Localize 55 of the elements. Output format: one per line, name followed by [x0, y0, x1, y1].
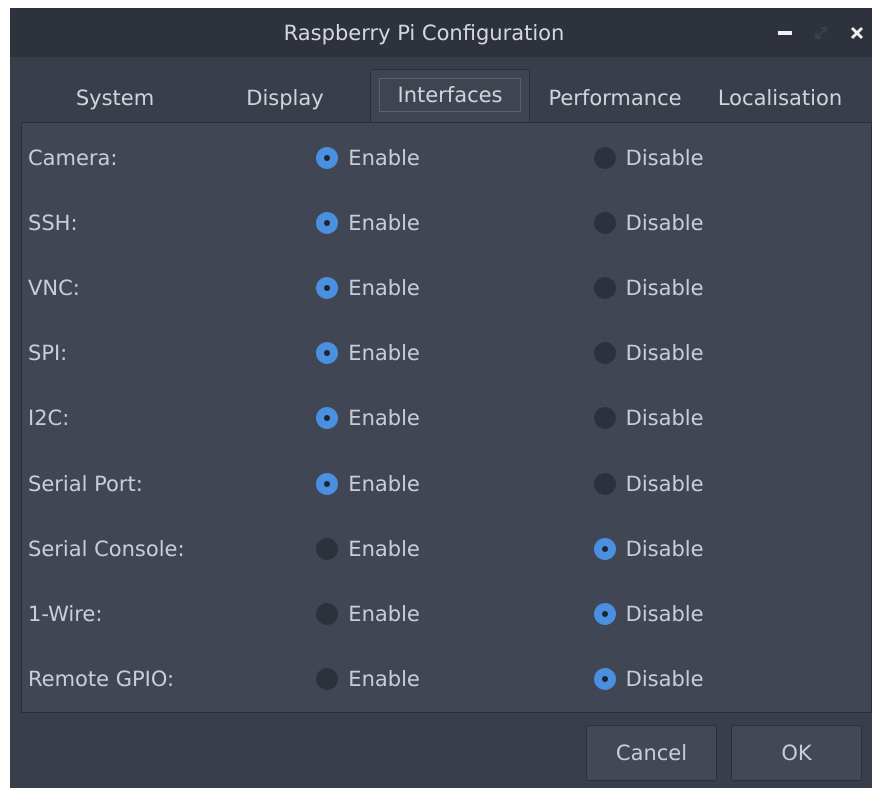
ok-button[interactable]: OK — [731, 725, 862, 781]
tab[interactable]: Interfaces — [370, 69, 530, 123]
radio-button[interactable] — [594, 146, 616, 169]
radio-button[interactable] — [316, 146, 338, 169]
option-label[interactable]: Enable — [348, 341, 420, 366]
setting-label: Camera: — [27, 146, 118, 170]
radio-button[interactable] — [594, 212, 616, 234]
option-label[interactable]: Disable — [626, 472, 704, 496]
setting-label: Remote GPIO: — [27, 667, 176, 692]
tab[interactable]: Display — [200, 74, 370, 122]
radio-button[interactable] — [316, 603, 338, 626]
tab[interactable]: System — [30, 74, 200, 122]
window-title: Raspberry Pi Configuration — [282, 20, 566, 44]
setting-label: I2C: — [27, 406, 70, 430]
radio-button[interactable] — [316, 668, 338, 690]
radio-button[interactable] — [316, 407, 338, 430]
setting-label: SPI: — [27, 341, 68, 366]
cancel-button[interactable]: Cancel — [586, 725, 717, 781]
setting-label: Serial Console: — [27, 536, 186, 561]
option-label[interactable]: Enable — [348, 536, 420, 561]
option-label[interactable]: Disable — [626, 341, 704, 366]
minimize-icon[interactable] — [778, 30, 792, 34]
option-label[interactable]: Enable — [348, 276, 420, 300]
option-label[interactable]: Disable — [626, 276, 704, 300]
radio-button[interactable] — [594, 407, 616, 430]
tab[interactable]: Performance — [530, 74, 700, 122]
tab[interactable]: Localisation — [700, 74, 860, 122]
radio-button[interactable] — [316, 472, 338, 495]
option-label[interactable]: Enable — [348, 146, 420, 170]
radio-button[interactable] — [594, 668, 616, 690]
radio-button[interactable] — [594, 603, 616, 626]
setting-label: SSH: — [27, 210, 79, 235]
radio-button[interactable] — [316, 277, 338, 300]
radio-button[interactable] — [594, 472, 616, 495]
option-label[interactable]: Disable — [626, 146, 704, 170]
radio-button[interactable] — [316, 212, 338, 234]
option-label[interactable]: Enable — [348, 210, 420, 235]
option-label[interactable]: Disable — [626, 210, 704, 235]
setting-label: 1-Wire: — [27, 602, 104, 626]
option-label[interactable]: Disable — [626, 602, 704, 626]
setting-label: Serial Port: — [27, 472, 144, 496]
radio-button[interactable] — [316, 538, 338, 560]
radio-button[interactable] — [316, 342, 338, 364]
radio-button[interactable] — [594, 538, 616, 560]
option-label[interactable]: Disable — [626, 406, 704, 430]
option-label[interactable]: Disable — [626, 536, 704, 561]
option-label[interactable]: Enable — [348, 602, 420, 626]
close-icon[interactable] — [850, 26, 864, 40]
option-label[interactable]: Enable — [348, 406, 420, 430]
option-label[interactable]: Disable — [626, 667, 704, 692]
option-label[interactable]: Enable — [348, 667, 420, 692]
setting-label: VNC: — [27, 276, 81, 300]
radio-button[interactable] — [594, 342, 616, 364]
option-label[interactable]: Enable — [348, 472, 420, 496]
radio-button[interactable] — [594, 277, 616, 300]
